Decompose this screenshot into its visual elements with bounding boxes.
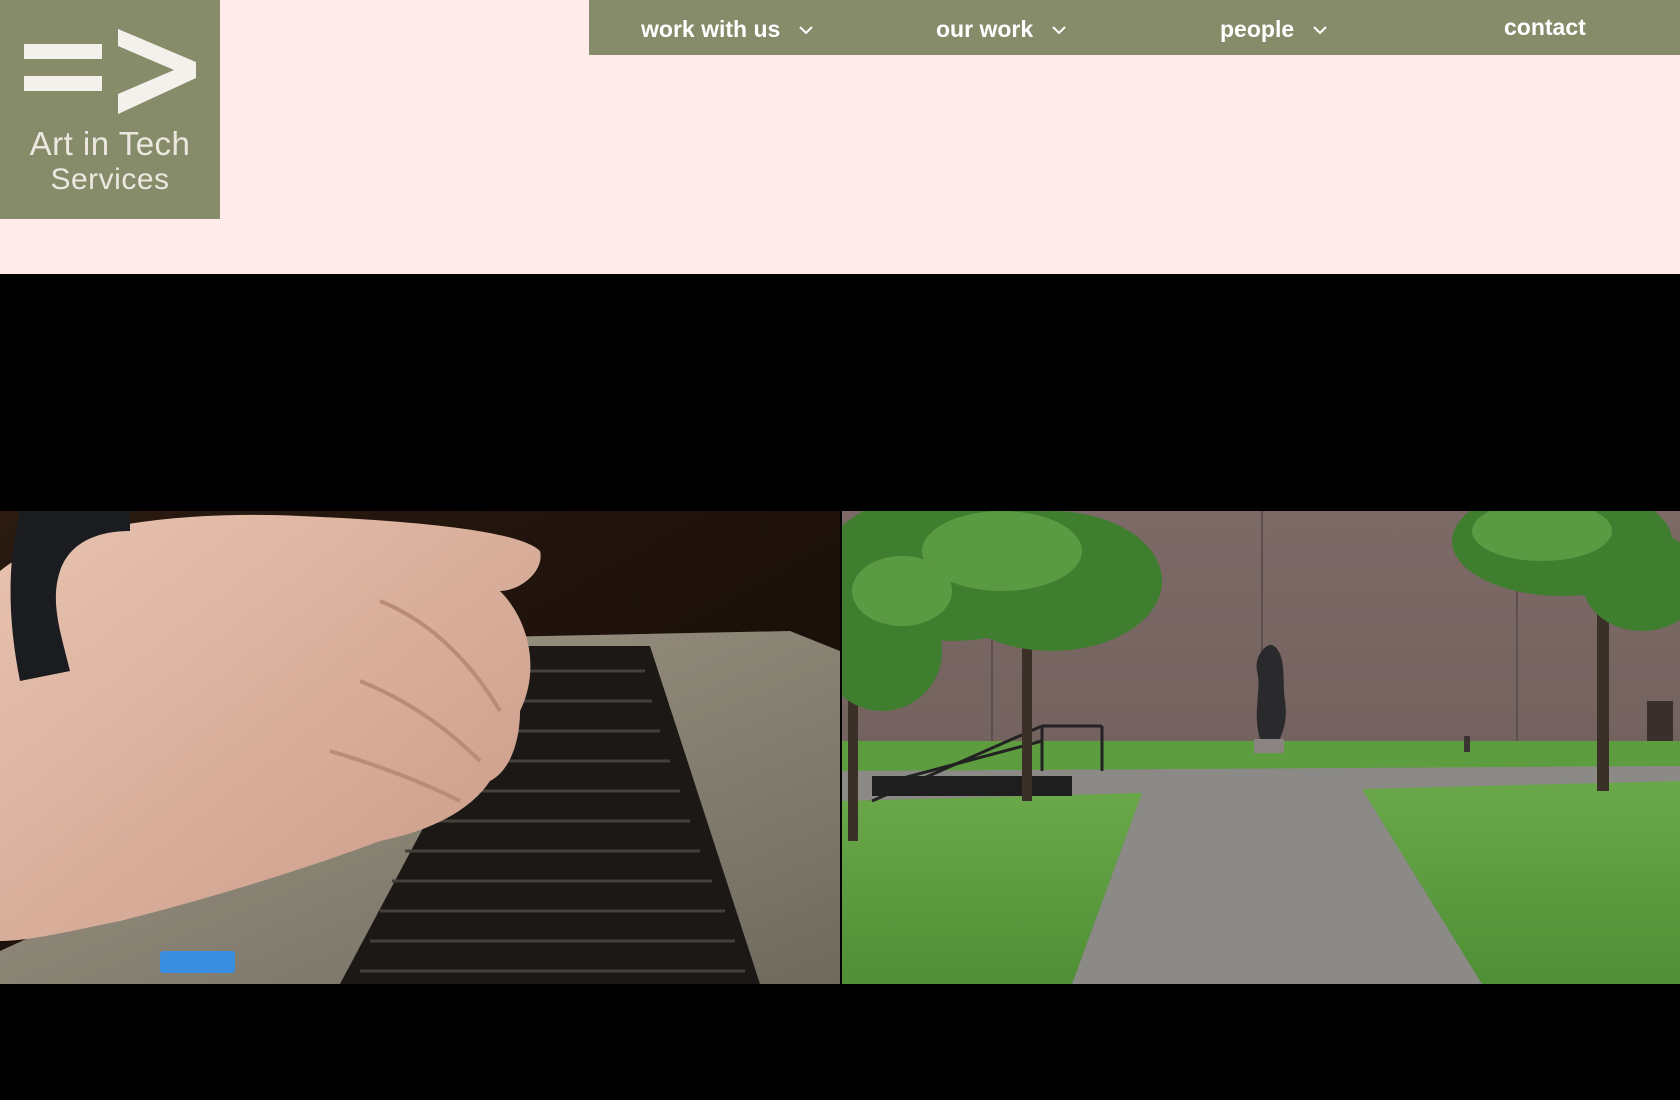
nav-item-work-with-us[interactable]: work with us: [641, 0, 813, 55]
equals-arrow-icon: [24, 29, 196, 114]
nav-item-label: contact: [1504, 14, 1586, 40]
site-logo[interactable]: Art in Tech Services: [0, 0, 220, 219]
hero-video-section: [0, 274, 1680, 1100]
museum-courtyard-sculpture-image: [842, 511, 1680, 984]
chevron-down-icon: [1051, 0, 1066, 55]
nav-item-contact[interactable]: contact: [1504, 0, 1586, 55]
nav-item-label: our work: [936, 16, 1034, 42]
nav-item-people[interactable]: people: [1220, 0, 1327, 55]
chevron-down-icon: [798, 0, 813, 55]
logo-title-line2: Services: [50, 163, 170, 196]
main-nav: work with us our work people contact: [589, 0, 1680, 55]
nav-item-our-work[interactable]: our work: [936, 0, 1066, 55]
nav-item-label: people: [1220, 16, 1295, 42]
logo-title-line1: Art in Tech: [29, 125, 191, 162]
nav-item-label: work with us: [641, 16, 781, 42]
chevron-down-icon: [1312, 0, 1327, 55]
hands-typing-on-laptop-image: [0, 511, 840, 984]
